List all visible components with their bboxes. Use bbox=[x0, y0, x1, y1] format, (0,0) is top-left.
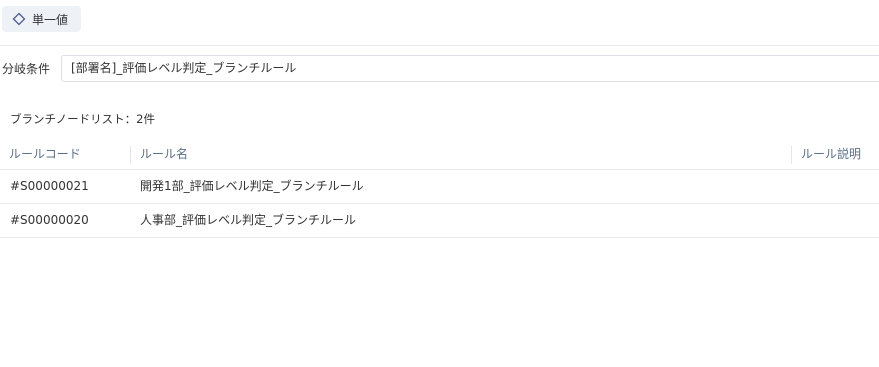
rule-name-cell: 人事部_評価レベル判定_ブランチルール bbox=[140, 213, 357, 227]
column-header-rule-description[interactable]: ルール説明 bbox=[801, 140, 861, 169]
branch-node-panel: 単一値 分岐条件 [部署名]_評価レベル判定_ブランチルール ブランチノードリス… bbox=[0, 0, 879, 367]
divider bbox=[0, 45, 879, 46]
branch-condition-label: 分岐条件 bbox=[2, 62, 51, 76]
table-row[interactable]: #S00000021 開発1部_評価レベル判定_ブランチルール bbox=[0, 170, 879, 204]
single-value-tag[interactable]: 単一値 bbox=[2, 6, 81, 32]
rule-code-cell: #S00000020 bbox=[10, 213, 89, 227]
column-resize-handle[interactable] bbox=[791, 146, 792, 164]
rule-code-cell: #S00000021 bbox=[10, 179, 89, 193]
branch-condition-field[interactable]: [部署名]_評価レベル判定_ブランチルール bbox=[61, 55, 879, 82]
branch-node-list-caption: ブランチノードリスト：2件 bbox=[10, 112, 155, 126]
column-header-rule-name[interactable]: ルール名 bbox=[140, 140, 188, 169]
single-value-label: 単一値 bbox=[32, 12, 69, 27]
rule-name-cell: 開発1部_評価レベル判定_ブランチルール bbox=[140, 179, 364, 193]
table-header: ルールコード ルール名 ルール説明 bbox=[0, 140, 879, 170]
diamond-icon bbox=[12, 12, 26, 26]
column-resize-handle[interactable] bbox=[130, 146, 131, 164]
table-row[interactable]: #S00000020 人事部_評価レベル判定_ブランチルール bbox=[0, 204, 879, 238]
column-header-rule-code[interactable]: ルールコード bbox=[9, 140, 81, 169]
